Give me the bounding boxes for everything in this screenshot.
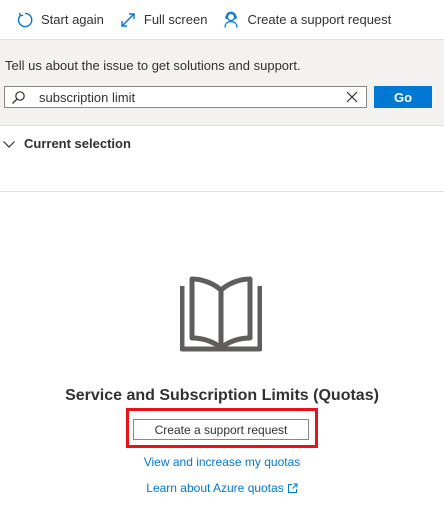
view-increase-quotas-label: View and increase my quotas bbox=[143, 455, 301, 469]
search-icon bbox=[12, 91, 25, 104]
go-button[interactable]: Go bbox=[374, 86, 432, 108]
search-input[interactable] bbox=[39, 87, 339, 107]
current-selection-section: Current selection bbox=[0, 126, 444, 192]
view-increase-quotas-link[interactable]: View and increase my quotas bbox=[0, 455, 444, 469]
full-screen-label: Full screen bbox=[143, 12, 208, 27]
search-box[interactable] bbox=[4, 86, 367, 108]
result-title: Service and Subscription Limits (Quotas) bbox=[65, 387, 379, 404]
learn-azure-quotas-link[interactable]: Learn about Azure quotas bbox=[0, 481, 444, 495]
current-selection-toggle[interactable]: Current selection bbox=[0, 136, 131, 151]
create-support-toolbar-button[interactable]: Create a support request bbox=[222, 0, 391, 40]
start-again-label: Start again bbox=[41, 12, 104, 27]
refresh-icon bbox=[17, 12, 33, 27]
full-screen-button[interactable]: Full screen bbox=[119, 0, 208, 40]
external-link-icon bbox=[287, 483, 298, 494]
search-panel: Tell us about the issue to get solutions… bbox=[0, 40, 444, 126]
toolbar: Start again Full screen Create a support… bbox=[0, 0, 444, 40]
current-selection-title: Current selection bbox=[24, 136, 131, 151]
chevron-down-icon bbox=[3, 140, 15, 148]
expand-icon bbox=[121, 12, 135, 27]
result-panel: Service and Subscription Limits (Quotas)… bbox=[0, 192, 444, 515]
learn-azure-quotas-label: Learn about Azure quotas bbox=[146, 481, 284, 495]
clear-icon[interactable] bbox=[346, 91, 358, 103]
create-support-request-button[interactable]: Create a support request bbox=[133, 419, 309, 440]
book-icon bbox=[180, 276, 262, 352]
create-support-toolbar-label: Create a support request bbox=[247, 12, 392, 27]
person-support-icon bbox=[224, 11, 239, 28]
search-prompt: Tell us about the issue to get solutions… bbox=[5, 58, 301, 73]
start-again-button[interactable]: Start again bbox=[16, 0, 104, 40]
